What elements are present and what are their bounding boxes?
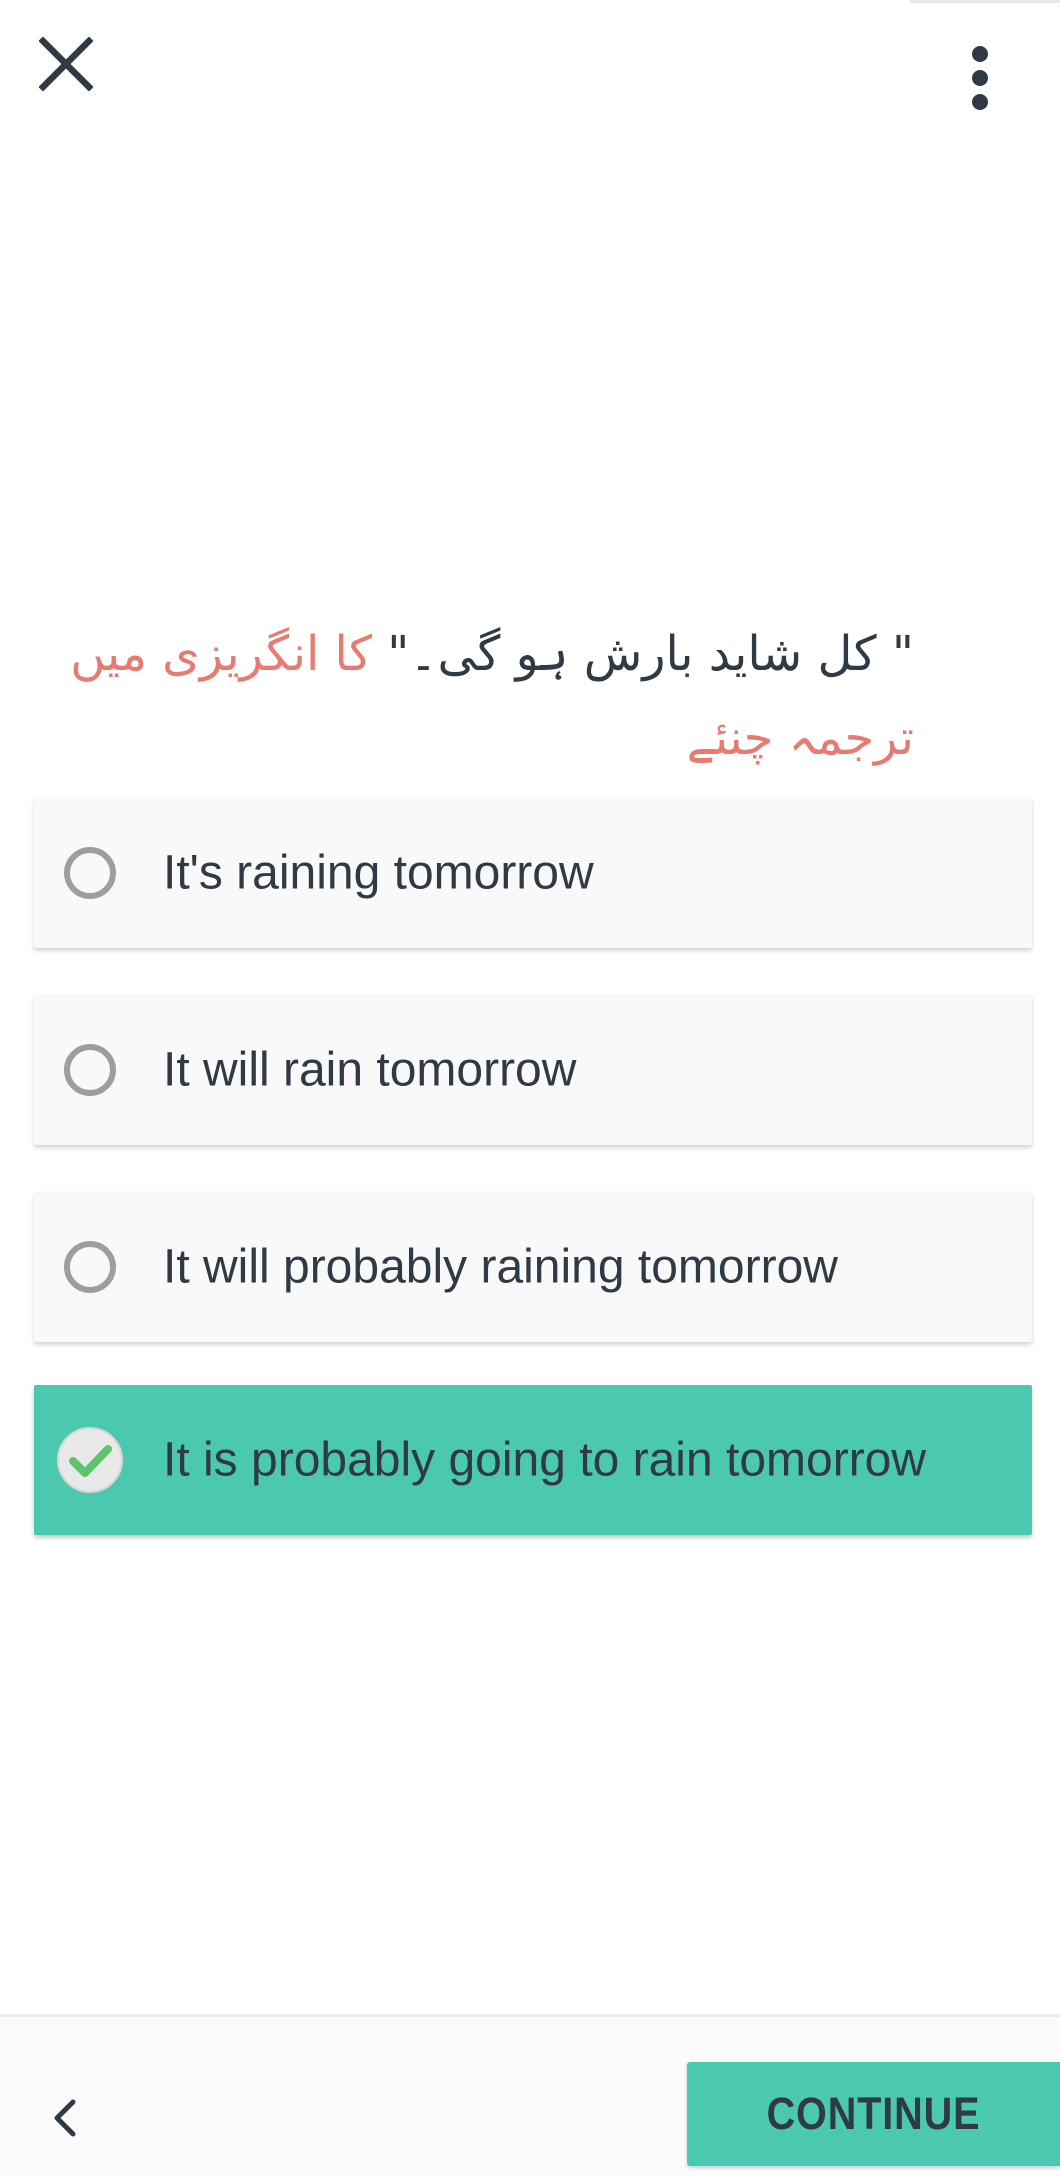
option-label: It will probably raining tomorrow — [163, 1240, 838, 1294]
status-divider — [910, 0, 1060, 3]
question-prompt: " کل شاید بارش ہو گی۔" کا انگریزی میں تر… — [34, 612, 914, 780]
close-button[interactable] — [34, 32, 98, 96]
option-label: It will rain tomorrow — [163, 1043, 577, 1097]
more-options-button[interactable] — [952, 40, 1008, 116]
question-quote: " کل شاید بارش ہو گی۔" — [387, 626, 914, 682]
chevron-left-icon — [54, 2099, 76, 2137]
option-2[interactable]: It will rain tomorrow — [34, 995, 1032, 1145]
continue-button-label: CONTINUE — [766, 2088, 981, 2139]
radio-unchecked-icon — [63, 1240, 117, 1294]
option-1[interactable]: It's raining tomorrow — [34, 798, 1032, 948]
option-3[interactable]: It will probably raining tomorrow — [34, 1192, 1032, 1342]
radio-unchecked-icon — [63, 846, 117, 900]
back-button[interactable] — [40, 2092, 92, 2144]
more-vert-icon — [972, 46, 988, 110]
check-circle-icon — [57, 1427, 123, 1493]
close-icon — [39, 37, 93, 91]
option-4-selected[interactable]: It is probably going to rain tomorrow — [34, 1385, 1032, 1535]
quiz-screen: " کل شاید بارش ہو گی۔" کا انگریزی میں تر… — [0, 0, 1060, 2176]
radio-unchecked-icon — [63, 1043, 117, 1097]
continue-button[interactable]: CONTINUE — [687, 2062, 1060, 2166]
option-label: It's raining tomorrow — [163, 846, 594, 900]
option-label: It is probably going to rain tomorrow — [163, 1433, 927, 1487]
